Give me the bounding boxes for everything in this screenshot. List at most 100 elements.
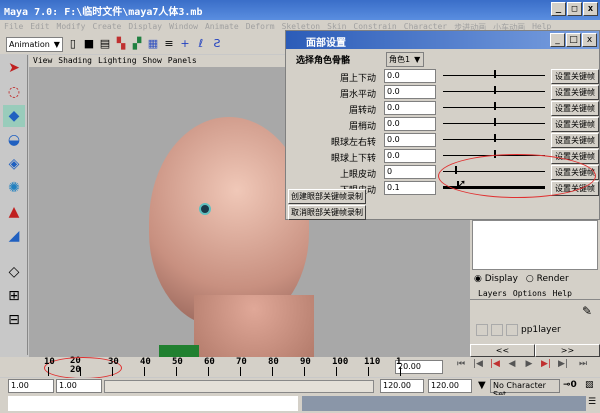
layers-help-menu[interactable]: Help (553, 289, 572, 298)
slider-track[interactable] (443, 86, 545, 94)
rotate-tool-icon[interactable]: ◒ (3, 129, 25, 151)
layer-row[interactable]: pp1layer (476, 324, 594, 336)
slider-value-field[interactable]: 0.0 (384, 85, 436, 99)
minimize-button[interactable]: _ (551, 2, 566, 16)
new-scene-icon[interactable]: ▯ (67, 38, 79, 50)
snap-curve-icon[interactable]: ℓ (195, 38, 207, 50)
menu-display[interactable]: Display (128, 22, 162, 32)
manipulator-icon[interactable]: ✺ (3, 177, 25, 199)
auto-key-icon[interactable]: ⊸0 (563, 380, 577, 390)
close-button[interactable]: x (583, 2, 598, 16)
select-object-icon[interactable]: ▞ (131, 38, 143, 50)
range-slider[interactable] (104, 380, 374, 393)
layout-single-icon[interactable]: ◇ (3, 261, 25, 283)
slider-value-field[interactable]: 0.0 (384, 133, 436, 147)
slider-value-field[interactable]: 0.1 (384, 181, 436, 195)
playback-start-field[interactable]: 1.00 (56, 379, 102, 393)
timeline-tick (80, 367, 81, 376)
select-tool-icon[interactable]: ➤ (3, 57, 25, 79)
slider-track[interactable] (443, 102, 545, 110)
time-slider[interactable]: 20 20 20.00 ⏮ |◀ |◀ ◀ ▶ ▶| ▶| ⏭ 10 30 40 50 6… (0, 357, 600, 379)
set-keyframe-button[interactable]: 设置关键帧 (551, 117, 599, 132)
menu-create[interactable]: Create (92, 22, 121, 32)
set-keyframe-button[interactable]: 设置关键帧 (551, 101, 599, 116)
set-keyframe-button[interactable]: 设置关键帧 (551, 85, 599, 100)
display-radio[interactable]: ◉ Display (474, 274, 518, 284)
vp-menu-view[interactable]: View (33, 56, 52, 66)
vp-menu-shading[interactable]: Shading (58, 56, 92, 66)
slider-thumb[interactable] (494, 102, 496, 110)
save-scene-icon[interactable]: ▤ (99, 38, 111, 50)
slider-value-field[interactable]: 0.0 (384, 117, 436, 131)
layout-four-icon[interactable]: ⊞ (3, 285, 25, 307)
soft-mod-icon[interactable]: ▲ (3, 201, 25, 223)
timeline-tick (240, 367, 241, 376)
go-end-icon[interactable]: ⏭ (575, 359, 591, 374)
slider-track[interactable] (443, 70, 545, 78)
create-eye-keyframe-button[interactable]: 创建眼部关键帧录制 (288, 189, 366, 204)
set-keyframe-button[interactable]: 设置关键帧 (551, 69, 599, 84)
vp-menu-lighting[interactable]: Lighting (98, 56, 137, 66)
menu-file[interactable]: File (4, 22, 23, 32)
menu-window[interactable]: Window (169, 22, 198, 32)
go-start-icon[interactable]: ⏮ (453, 359, 469, 374)
slider-value-field[interactable]: 0.0 (384, 149, 436, 163)
dialog-maximize-button[interactable]: □ (566, 33, 581, 47)
dialog-minimize-button[interactable]: _ (550, 33, 565, 47)
cancel-eye-keyframe-button[interactable]: 取消眼部关键帧录制 (288, 205, 366, 220)
menu-edit[interactable]: Edit (30, 22, 49, 32)
prev-layer-button[interactable]: << (470, 344, 535, 357)
slider-value-field[interactable]: 0 (384, 165, 436, 179)
menu-modify[interactable]: Modify (57, 22, 86, 32)
render-radio[interactable]: ○ Render (526, 274, 569, 284)
layout-outliner-icon[interactable]: ⊟ (3, 309, 25, 331)
maximize-button[interactable]: □ (567, 2, 582, 16)
skeleton-select[interactable]: 角色1 ▼ (386, 52, 424, 67)
slider-value-field[interactable]: 0.0 (384, 101, 436, 115)
step-back-frame-icon[interactable]: |◀ (487, 359, 503, 374)
character-set-field[interactable]: No Character Set (490, 379, 560, 399)
set-keyframe-button[interactable]: 设置关键帧 (551, 133, 599, 148)
move-tool-icon[interactable]: ◆ (3, 105, 25, 127)
snap-grid-icon[interactable]: + (179, 38, 191, 50)
slider-thumb[interactable] (494, 134, 496, 142)
play-forward-icon[interactable]: ▶ (521, 359, 537, 374)
slider-track[interactable] (443, 118, 545, 126)
command-input[interactable] (8, 396, 298, 411)
new-layer-icon[interactable]: ✎ (470, 300, 600, 322)
slider-thumb[interactable] (494, 118, 496, 126)
select-hierarchy-icon[interactable]: ▚ (115, 38, 127, 50)
last-tool-icon[interactable]: ◢ (3, 225, 25, 247)
slider-thumb[interactable] (494, 70, 496, 78)
vp-menu-show[interactable]: Show (143, 56, 162, 66)
start-time-field[interactable]: 1.00 (8, 379, 54, 393)
chevron-down-icon: ▼ (414, 55, 421, 64)
menu-deform[interactable]: Deform (246, 22, 275, 32)
script-editor-icon[interactable]: ☰ (588, 397, 596, 407)
anim-prefs-icon[interactable]: ▨ (585, 380, 594, 390)
current-time-field[interactable]: 20.00 (395, 360, 443, 374)
lasso-tool-icon[interactable]: ◌ (3, 81, 25, 103)
playback-end-field[interactable]: 120.00 (380, 379, 424, 393)
step-forward-key-icon[interactable]: ▶| (555, 359, 571, 374)
next-layer-button[interactable]: >> (535, 344, 600, 357)
play-backward-icon[interactable]: ◀ (504, 359, 520, 374)
slider-value-field[interactable]: 0.0 (384, 69, 436, 83)
character-menu-icon[interactable]: ▼ (478, 380, 486, 391)
vp-menu-panels[interactable]: Panels (168, 56, 197, 66)
select-component-icon[interactable]: ▦ (147, 38, 159, 50)
slider-track[interactable] (443, 134, 545, 142)
scale-tool-icon[interactable]: ◈ (3, 153, 25, 175)
filter-icon[interactable]: ≡ (163, 38, 175, 50)
mode-select[interactable]: Animation ▼ (6, 36, 63, 52)
step-back-key-icon[interactable]: |◀ (470, 359, 486, 374)
snap-point-icon[interactable]: Ƨ (211, 38, 223, 50)
slider-thumb[interactable] (494, 86, 496, 94)
options-menu[interactable]: Options (513, 289, 547, 298)
dialog-close-button[interactable]: x (582, 33, 597, 47)
step-forward-frame-icon[interactable]: ▶| (538, 359, 554, 374)
end-time-field[interactable]: 120.00 (428, 379, 472, 393)
open-scene-icon[interactable]: ■ (83, 38, 95, 50)
menu-animate[interactable]: Animate (205, 22, 239, 32)
layers-menu[interactable]: Layers (478, 289, 507, 298)
